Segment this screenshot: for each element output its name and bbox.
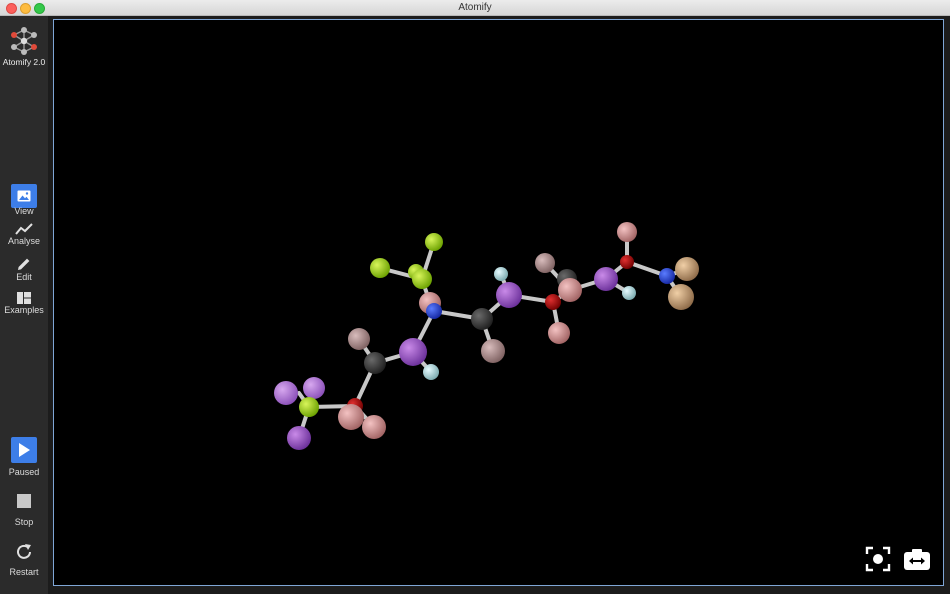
atom [668,284,694,310]
restart-button[interactable]: Restart [0,542,48,577]
atom [426,303,442,319]
atom [545,294,561,310]
camera-mode-button[interactable] [903,545,931,573]
play-button[interactable]: Paused [0,437,48,477]
atom [535,253,555,273]
atom [338,404,364,430]
atom [659,268,675,284]
nav-item-analyse[interactable]: Analyse [0,223,48,246]
atom [412,269,432,289]
nav-label-analyse: Analyse [7,236,41,246]
nav-label-view: View [14,206,34,216]
atom [364,352,386,374]
atom [299,397,319,417]
stop-icon [17,494,31,508]
atom [425,233,443,251]
atom [348,328,370,350]
atom [617,222,637,242]
play-icon [11,437,37,463]
sidebar: Atomify 2.0 View Analyse Edit Examples P… [0,16,48,594]
atom [287,426,311,450]
atom [471,308,493,330]
title-bar: Atomify [0,0,950,16]
pencil-icon [18,258,30,270]
atom [496,282,522,308]
restart-icon [17,544,31,559]
camera-swap-icon [904,549,930,570]
image-icon [11,184,37,208]
atomify-logo-icon [11,27,37,55]
focus-button[interactable] [864,545,892,573]
window-title: Atomify [458,2,492,13]
nav-label-edit: Edit [16,272,32,282]
atom [558,278,582,302]
atom [594,267,618,291]
atom [494,267,508,281]
atom [362,415,386,439]
atom [481,339,505,363]
nav-item-view[interactable]: View [0,184,48,216]
nav-item-edit[interactable]: Edit [0,257,48,282]
atom [620,255,634,269]
atom [399,338,427,366]
atom [370,258,390,278]
atom [274,381,298,405]
stop-button[interactable]: Stop [0,494,48,527]
atom [303,377,325,399]
atom [675,257,699,281]
molecule-render [274,222,699,450]
nav-label-examples: Examples [4,305,44,315]
atom [622,286,636,300]
atom [423,364,439,380]
logo-label: Atomify 2.0 [2,57,46,67]
restart-label: Restart [9,567,39,577]
focus-icon [865,546,891,572]
nav-item-examples[interactable]: Examples [0,292,48,315]
simulation-viewport[interactable] [53,19,944,586]
stop-label: Stop [14,517,34,527]
atom [548,322,570,344]
line-chart-icon [15,223,33,235]
play-label: Paused [8,467,40,477]
grid-icon [17,292,31,304]
